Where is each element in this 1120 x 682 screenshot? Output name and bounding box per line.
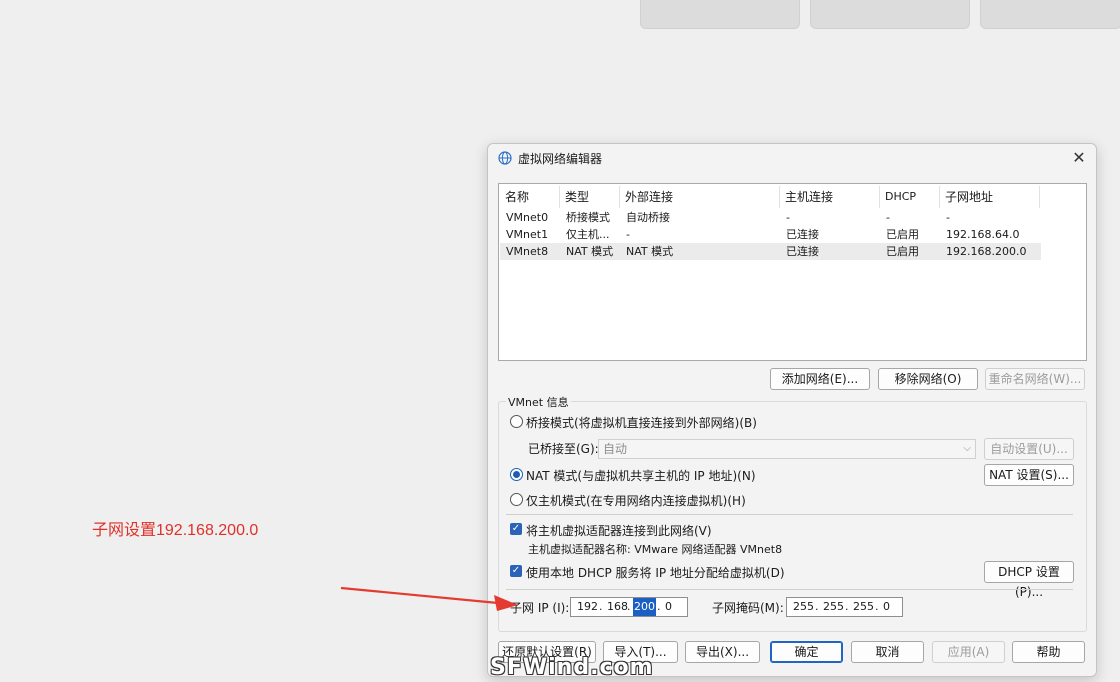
- bridged-to-select[interactable]: 自动 ⌵: [598, 439, 976, 459]
- table-row-selected[interactable]: VMnet8 NAT 模式 NAT 模式 已连接 已启用 192.168.200…: [500, 243, 1041, 260]
- cell-external: -: [626, 228, 630, 241]
- cell-external: NAT 模式: [626, 245, 674, 258]
- mask-octet[interactable]: 255: [853, 598, 874, 616]
- subnet-ip-label: 子网 IP (I):: [510, 601, 570, 615]
- subnet-ip-input[interactable]: 192 . 168 . 200 . 0: [570, 597, 688, 617]
- remove-network-button[interactable]: 移除网络(O): [878, 368, 978, 390]
- cell-host: 已连接: [786, 228, 819, 241]
- close-button[interactable]: ✕: [1068, 148, 1090, 168]
- cell-type: 仅主机...: [566, 228, 610, 241]
- cell-subnet: 192.168.64.0: [946, 228, 1020, 241]
- subnet-mask-label: 子网掩码(M):: [712, 601, 784, 615]
- apply-button[interactable]: 应用(A): [932, 641, 1005, 663]
- rename-network-button[interactable]: 重命名网络(W)...: [985, 368, 1085, 390]
- export-button[interactable]: 导出(X)...: [685, 641, 760, 663]
- watermark-text: SFWind.com: [490, 655, 654, 680]
- cell-type: 桥接模式: [566, 211, 610, 224]
- bridged-to-value: 自动: [603, 442, 628, 456]
- adapter-name-text: 主机虚拟适配器名称: VMware 网络适配器 VMnet8: [528, 543, 783, 556]
- title-bar[interactable]: 虚拟网络编辑器 ✕: [488, 144, 1096, 172]
- use-dhcp-label[interactable]: 使用本地 DHCP 服务将 IP 地址分配给虚拟机(D): [526, 564, 785, 581]
- auto-settings-button[interactable]: 自动设置(U)...: [984, 438, 1074, 460]
- network-table[interactable]: 名称 类型 外部连接 主机连接 DHCP 子网地址 VMnet0 桥接模式 自动…: [498, 183, 1087, 361]
- add-network-button[interactable]: 添加网络(E)...: [770, 368, 870, 390]
- divider: [506, 589, 1073, 590]
- column-header-type[interactable]: 类型: [565, 188, 589, 206]
- nat-mode-radio[interactable]: [510, 468, 523, 481]
- cell-dhcp: 已启用: [886, 245, 919, 258]
- mask-octet[interactable]: 255: [823, 598, 844, 616]
- mask-octet[interactable]: 0: [883, 598, 890, 616]
- close-icon: ✕: [1072, 148, 1086, 167]
- ip-octet-selected[interactable]: 200: [633, 598, 656, 616]
- checkmark-icon: ✓: [511, 523, 521, 534]
- nat-settings-button[interactable]: NAT 设置(S)...: [984, 464, 1074, 486]
- background-tile: [980, 0, 1120, 29]
- nat-mode-label[interactable]: NAT 模式(与虚拟机共享主机的 IP 地址)(N): [526, 467, 756, 484]
- cell-type: NAT 模式: [566, 245, 614, 258]
- ip-octet[interactable]: 168: [607, 598, 628, 616]
- subnet-mask-input[interactable]: 255 . 255 . 255 . 0: [786, 597, 903, 617]
- host-only-mode-radio[interactable]: [510, 493, 523, 506]
- column-header-host[interactable]: 主机连接: [785, 188, 833, 206]
- use-dhcp-checkbox[interactable]: ✓: [510, 565, 522, 577]
- bridge-mode-label[interactable]: 桥接模式(将虚拟机直接连接到外部网络)(B): [526, 414, 757, 431]
- connect-adapter-label[interactable]: 将主机虚拟适配器连接到此网络(V): [526, 522, 712, 539]
- background-tile: [640, 0, 800, 29]
- cancel-button[interactable]: 取消: [851, 641, 924, 663]
- virtual-network-editor-dialog: 虚拟网络编辑器 ✕ 名称 类型 外部连接 主机连接 DHCP 子网地址 VMne…: [487, 143, 1097, 677]
- window-title: 虚拟网络编辑器: [518, 152, 603, 166]
- cell-name: VMnet1: [506, 228, 549, 241]
- cell-external: 自动桥接: [626, 211, 670, 224]
- annotation-text: 子网设置192.168.200.0: [92, 522, 259, 539]
- column-header-subnet[interactable]: 子网地址: [945, 188, 993, 206]
- divider: [506, 514, 1073, 515]
- cell-dhcp: -: [886, 211, 890, 224]
- dhcp-settings-button[interactable]: DHCP 设置(P)...: [984, 561, 1074, 599]
- ip-octet[interactable]: 192: [577, 598, 598, 616]
- ip-octet[interactable]: 0: [665, 598, 672, 616]
- cell-dhcp: 已启用: [886, 228, 919, 241]
- cell-name: VMnet0: [506, 211, 549, 224]
- cell-name: VMnet8: [506, 245, 549, 258]
- chevron-down-icon: ⌵: [963, 443, 971, 454]
- host-only-mode-label[interactable]: 仅主机模式(在专用网络内连接虚拟机)(H): [526, 492, 746, 509]
- column-header-name[interactable]: 名称: [505, 188, 529, 206]
- cell-host: 已连接: [786, 245, 819, 258]
- column-header-dhcp[interactable]: DHCP: [885, 188, 916, 206]
- mask-octet[interactable]: 255: [793, 598, 814, 616]
- column-header-external[interactable]: 外部连接: [625, 188, 673, 206]
- connect-adapter-checkbox[interactable]: ✓: [510, 523, 522, 535]
- vmnet-info-label: VMnet 信息: [506, 394, 571, 410]
- checkmark-icon: ✓: [511, 565, 521, 576]
- table-row[interactable]: VMnet1 仅主机... - 已连接 已启用 192.168.64.0: [500, 226, 1041, 243]
- globe-icon: [498, 151, 512, 165]
- cell-host: -: [786, 211, 790, 224]
- background-tile: [810, 0, 970, 29]
- bridge-mode-radio[interactable]: [510, 415, 523, 428]
- cell-subnet: -: [946, 211, 950, 224]
- help-button[interactable]: 帮助: [1012, 641, 1085, 663]
- ok-button[interactable]: 确定: [770, 641, 843, 663]
- cell-subnet: 192.168.200.0: [946, 245, 1027, 258]
- table-row[interactable]: VMnet0 桥接模式 自动桥接 - - -: [500, 209, 1041, 226]
- bridged-to-label: 已桥接至(G):: [528, 442, 599, 456]
